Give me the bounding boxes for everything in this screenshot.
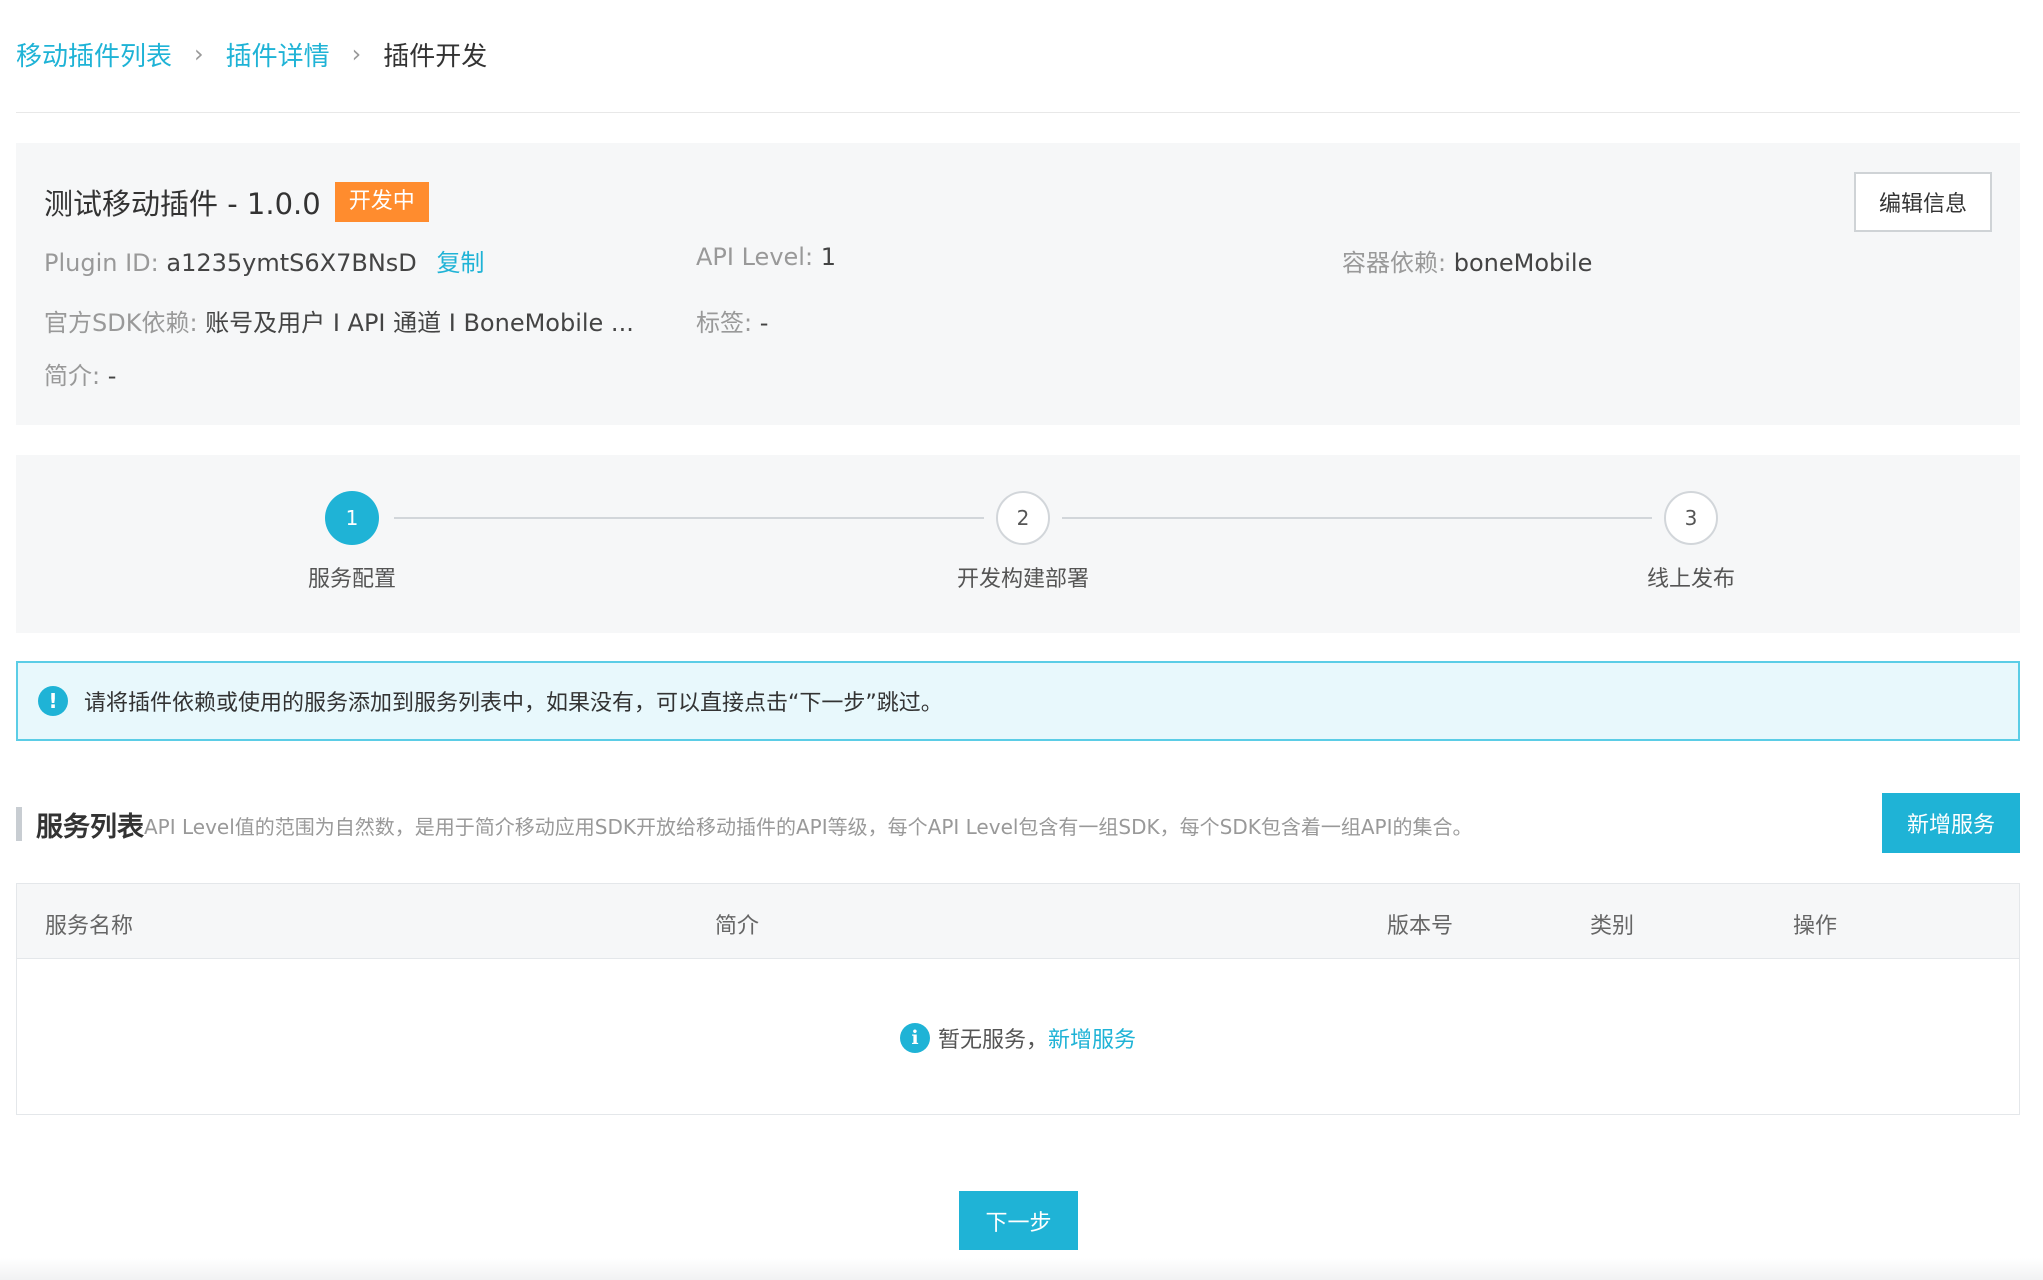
step-1-indicator: 1 [325, 491, 379, 545]
sdk-dependency-label: 官方SDK依赖: [44, 309, 198, 337]
chevron-right-icon: › [351, 40, 362, 68]
column-category: 类别 [1590, 914, 1635, 939]
api-level-label: API Level: [696, 243, 814, 271]
step-service-config: 1 服务配置 [252, 491, 452, 593]
edit-info-button[interactable]: 编辑信息 [1854, 172, 1992, 232]
intro-label: 简介: [44, 362, 101, 390]
sdk-dependency-value: 账号及用户 I API 通道 I BoneMobile ... [205, 309, 634, 337]
section-accent-bar [16, 807, 22, 841]
service-list-header: 服务列表 API Level值的范围为自然数，是用于简介移动应用SDK开放给移动… [16, 793, 2020, 855]
info-icon: i [899, 1023, 930, 1053]
plugin-title: 测试移动插件 - 1.0.0 [44, 187, 321, 221]
breadcrumb-plugin-details[interactable]: 插件详情 [226, 36, 330, 73]
step-dev-build-deploy: 2 开发构建部署 [923, 491, 1123, 593]
api-level-value: 1 [820, 243, 836, 271]
empty-state: i 暂无服务， 新增服务 [17, 1022, 2019, 1054]
container-dependency-label: 容器依赖: [1342, 249, 1447, 277]
info-alert: ! 请将插件依赖或使用的服务添加到服务列表中，如果没有，可以直接点击“下一步”跳… [16, 661, 2020, 741]
plugin-info-card: 测试移动插件 - 1.0.0 开发中 编辑信息 Plugin ID: a1235… [16, 143, 2020, 425]
breadcrumb-mobile-plugin-list[interactable]: 移动插件列表 [16, 36, 172, 73]
bottom-edge [0, 1258, 2043, 1280]
table-header: 服务名称 简介 版本号 类别 操作 [17, 884, 2019, 959]
progress-steps: 1 服务配置 2 开发构建部署 3 线上发布 [16, 455, 2020, 633]
step-connector [1062, 517, 1652, 519]
column-intro: 简介 [715, 914, 760, 939]
tags-label: 标签: [696, 309, 753, 337]
column-version: 版本号 [1387, 914, 1454, 939]
sdk-dependency-field: 官方SDK依赖: 账号及用户 I API 通道 I BoneMobile ... [44, 303, 634, 338]
step-1-label: 服务配置 [307, 567, 396, 592]
add-service-link[interactable]: 新增服务 [1048, 1022, 1136, 1054]
next-step-button[interactable]: 下一步 [959, 1191, 1078, 1250]
container-dependency-field: 容器依赖: boneMobile [1342, 243, 1592, 278]
breadcrumb: 移动插件列表 › 插件详情 › 插件开发 [16, 34, 487, 74]
column-service-name: 服务名称 [45, 914, 134, 939]
alert-text: 请将插件依赖或使用的服务添加到服务列表中，如果没有，可以直接点击“下一步”跳过。 [84, 691, 943, 716]
service-table: 服务名称 简介 版本号 类别 操作 i 暂无服务， 新增服务 [16, 883, 2020, 1115]
tags-value: - [759, 309, 769, 337]
column-actions: 操作 [1793, 914, 1838, 939]
chevron-right-icon: › [194, 40, 204, 68]
step-2-indicator: 2 [996, 491, 1050, 545]
exclamation-icon: ! [38, 686, 68, 716]
header-divider [16, 112, 2020, 113]
copy-plugin-id-link[interactable]: 复制 [436, 249, 484, 277]
plugin-id-value: a1235ymtS6X7BNsD [166, 249, 417, 277]
intro-field: 简介: - [44, 356, 116, 391]
add-service-button[interactable]: 新增服务 [1882, 793, 2020, 853]
status-badge: 开发中 [334, 182, 429, 222]
api-level-field: API Level: 1 [696, 243, 836, 271]
plugin-title-row: 测试移动插件 - 1.0.0 开发中 [44, 181, 429, 223]
step-online-release: 3 线上发布 [1591, 491, 1791, 593]
service-list-title: 服务列表 [36, 812, 144, 843]
intro-value: - [107, 362, 117, 390]
tags-field: 标签: - [696, 303, 768, 338]
plugin-id-label: Plugin ID: [44, 249, 159, 277]
breadcrumb-current: 插件开发 [383, 41, 488, 72]
step-2-label: 开发构建部署 [956, 567, 1089, 592]
step-connector [394, 517, 984, 519]
plugin-id-field: Plugin ID: a1235ymtS6X7BNsD 复制 [44, 243, 484, 278]
container-dependency-value: boneMobile [1453, 249, 1593, 277]
step-3-label: 线上发布 [1646, 567, 1735, 592]
empty-text: 暂无服务， [937, 1028, 1048, 1053]
step-3-indicator: 3 [1664, 491, 1718, 545]
service-list-description: API Level值的范围为自然数，是用于简介移动应用SDK开放给移动插件的AP… [144, 815, 1473, 839]
